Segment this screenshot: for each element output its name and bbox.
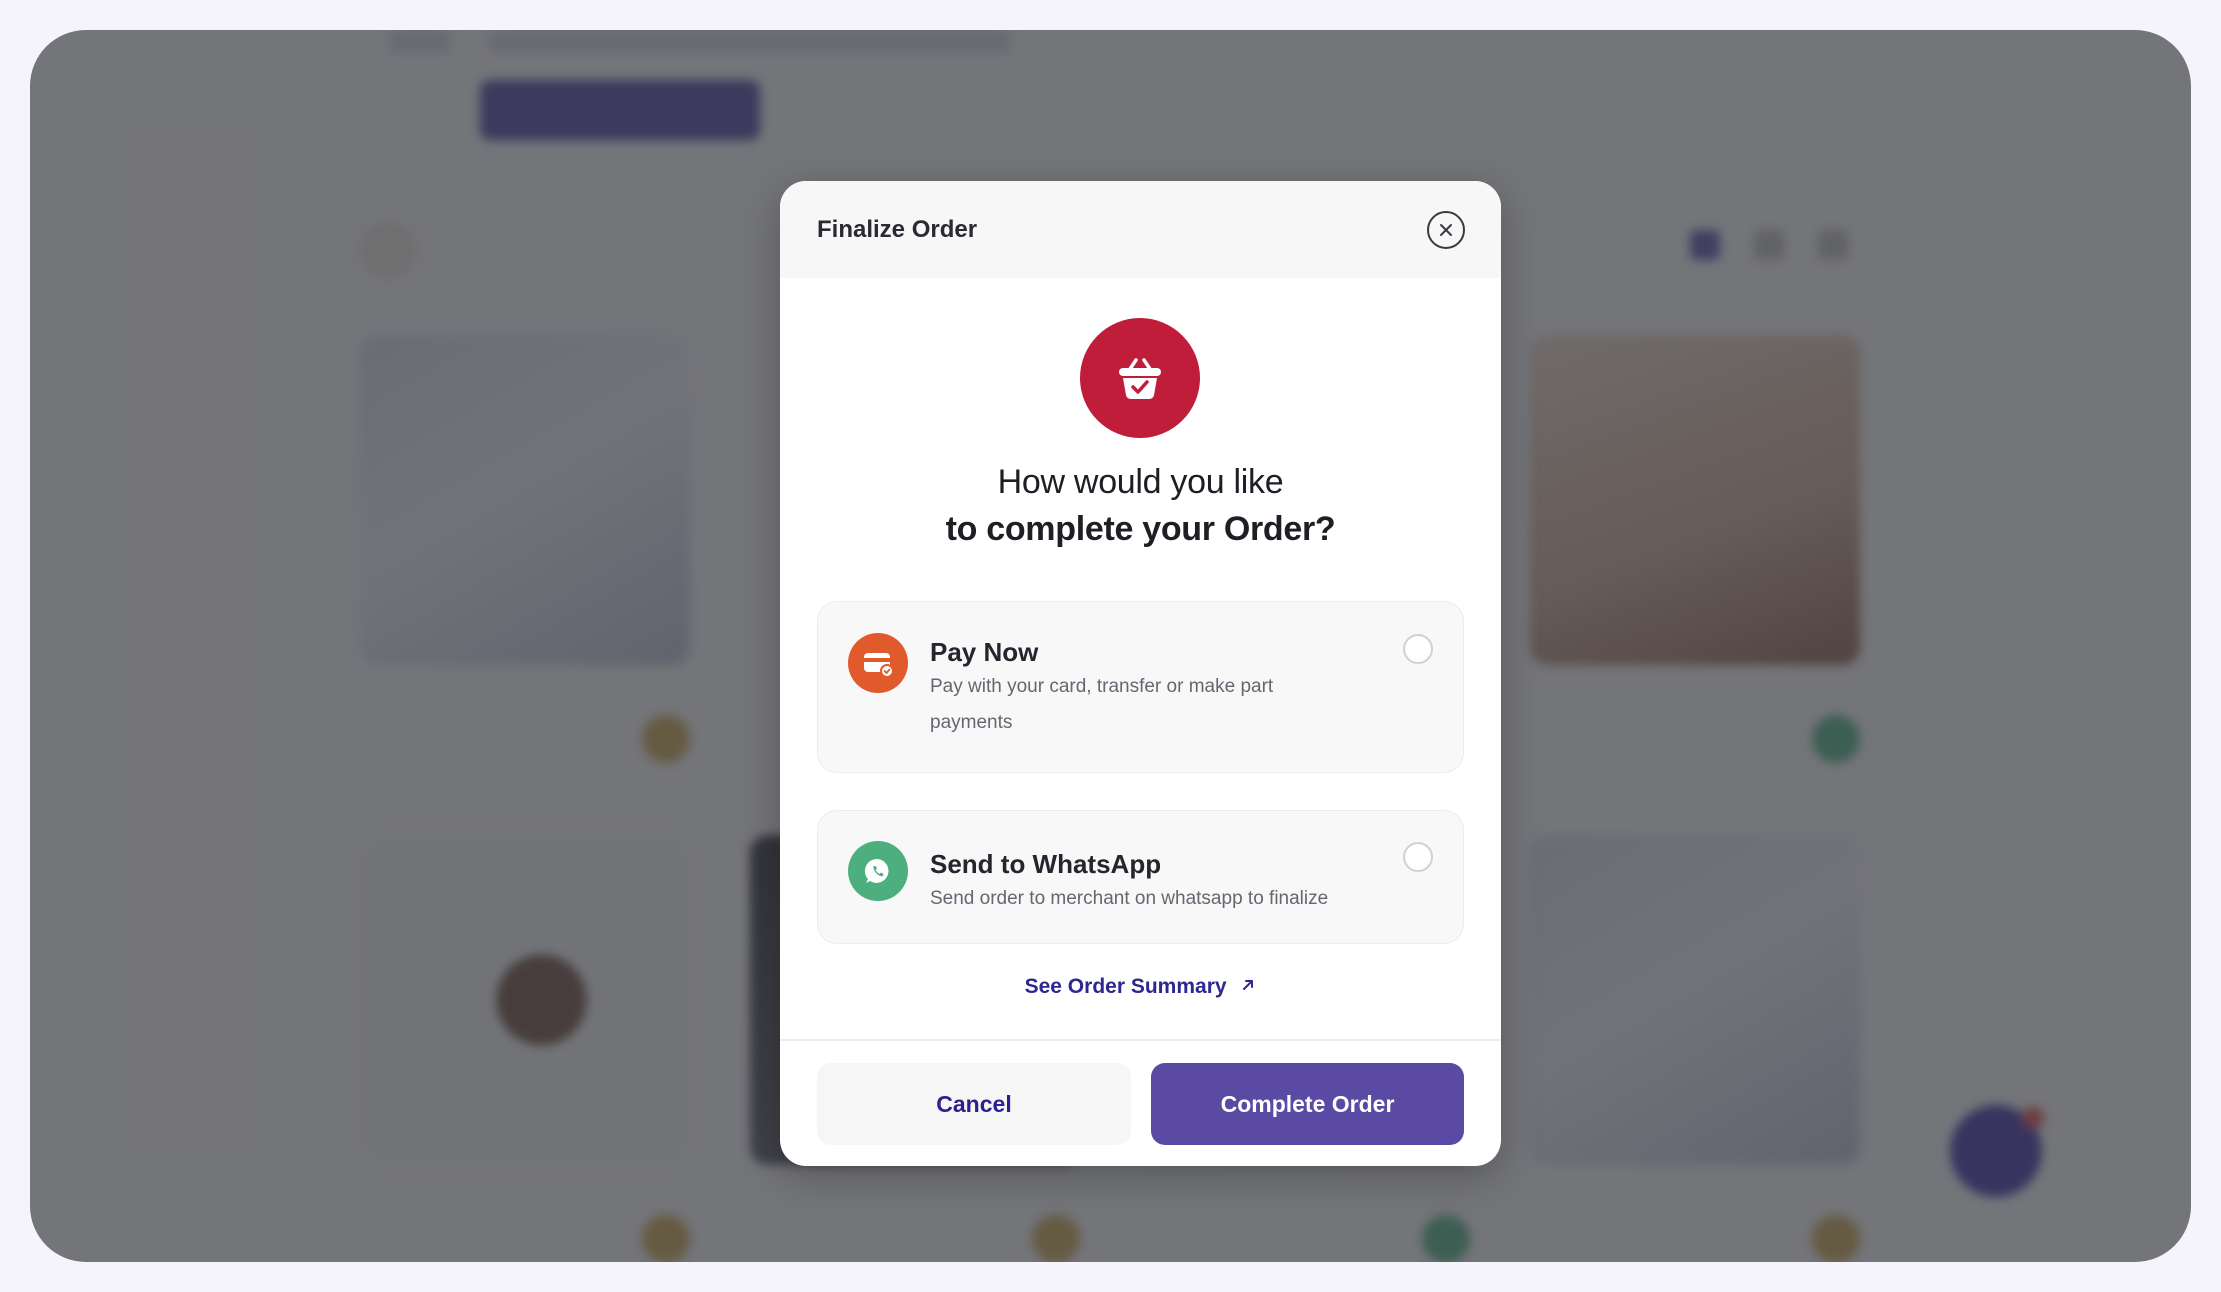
option-send-to-whatsapp[interactable]: Send to WhatsApp Send order to merchant … [817, 810, 1464, 944]
modal-title: Finalize Order [817, 215, 978, 243]
option-description: Pay with your card, transfer or make par… [930, 676, 1274, 733]
option-pay-now[interactable]: Pay Now Pay with your card, transfer or … [817, 601, 1464, 773]
cancel-button[interactable]: Cancel [817, 1063, 1131, 1145]
finalize-order-modal: Finalize Order How would you like to com… [780, 181, 1501, 1166]
see-order-summary-link[interactable]: See Order Summary [780, 975, 1501, 999]
option-title: Pay Now [930, 637, 1039, 667]
basket-icon [1080, 318, 1200, 438]
arrow-up-right-icon [1240, 975, 1256, 999]
modal-header: Finalize Order [780, 181, 1501, 278]
footer-divider [780, 1039, 1501, 1041]
close-button[interactable] [1427, 210, 1465, 249]
whatsapp-icon [848, 841, 908, 901]
question-line-2: to complete your Order? [945, 510, 1336, 548]
complete-order-button[interactable]: Complete Order [1151, 1063, 1464, 1145]
question-line-1: How would you like [997, 463, 1284, 501]
option-description: Send order to merchant on whatsapp to fi… [930, 888, 1329, 909]
card-icon [848, 633, 908, 693]
app-frame: Finalize Order How would you like to com… [30, 30, 2191, 1262]
option-title: Send to WhatsApp [930, 849, 1162, 879]
summary-link-label: See Order Summary [1024, 975, 1227, 998]
send-to-whatsapp-radio[interactable] [1403, 842, 1433, 872]
pay-now-radio[interactable] [1403, 634, 1433, 664]
order-question: How would you like to complete your Orde… [780, 463, 1501, 549]
close-icon [1440, 223, 1452, 236]
